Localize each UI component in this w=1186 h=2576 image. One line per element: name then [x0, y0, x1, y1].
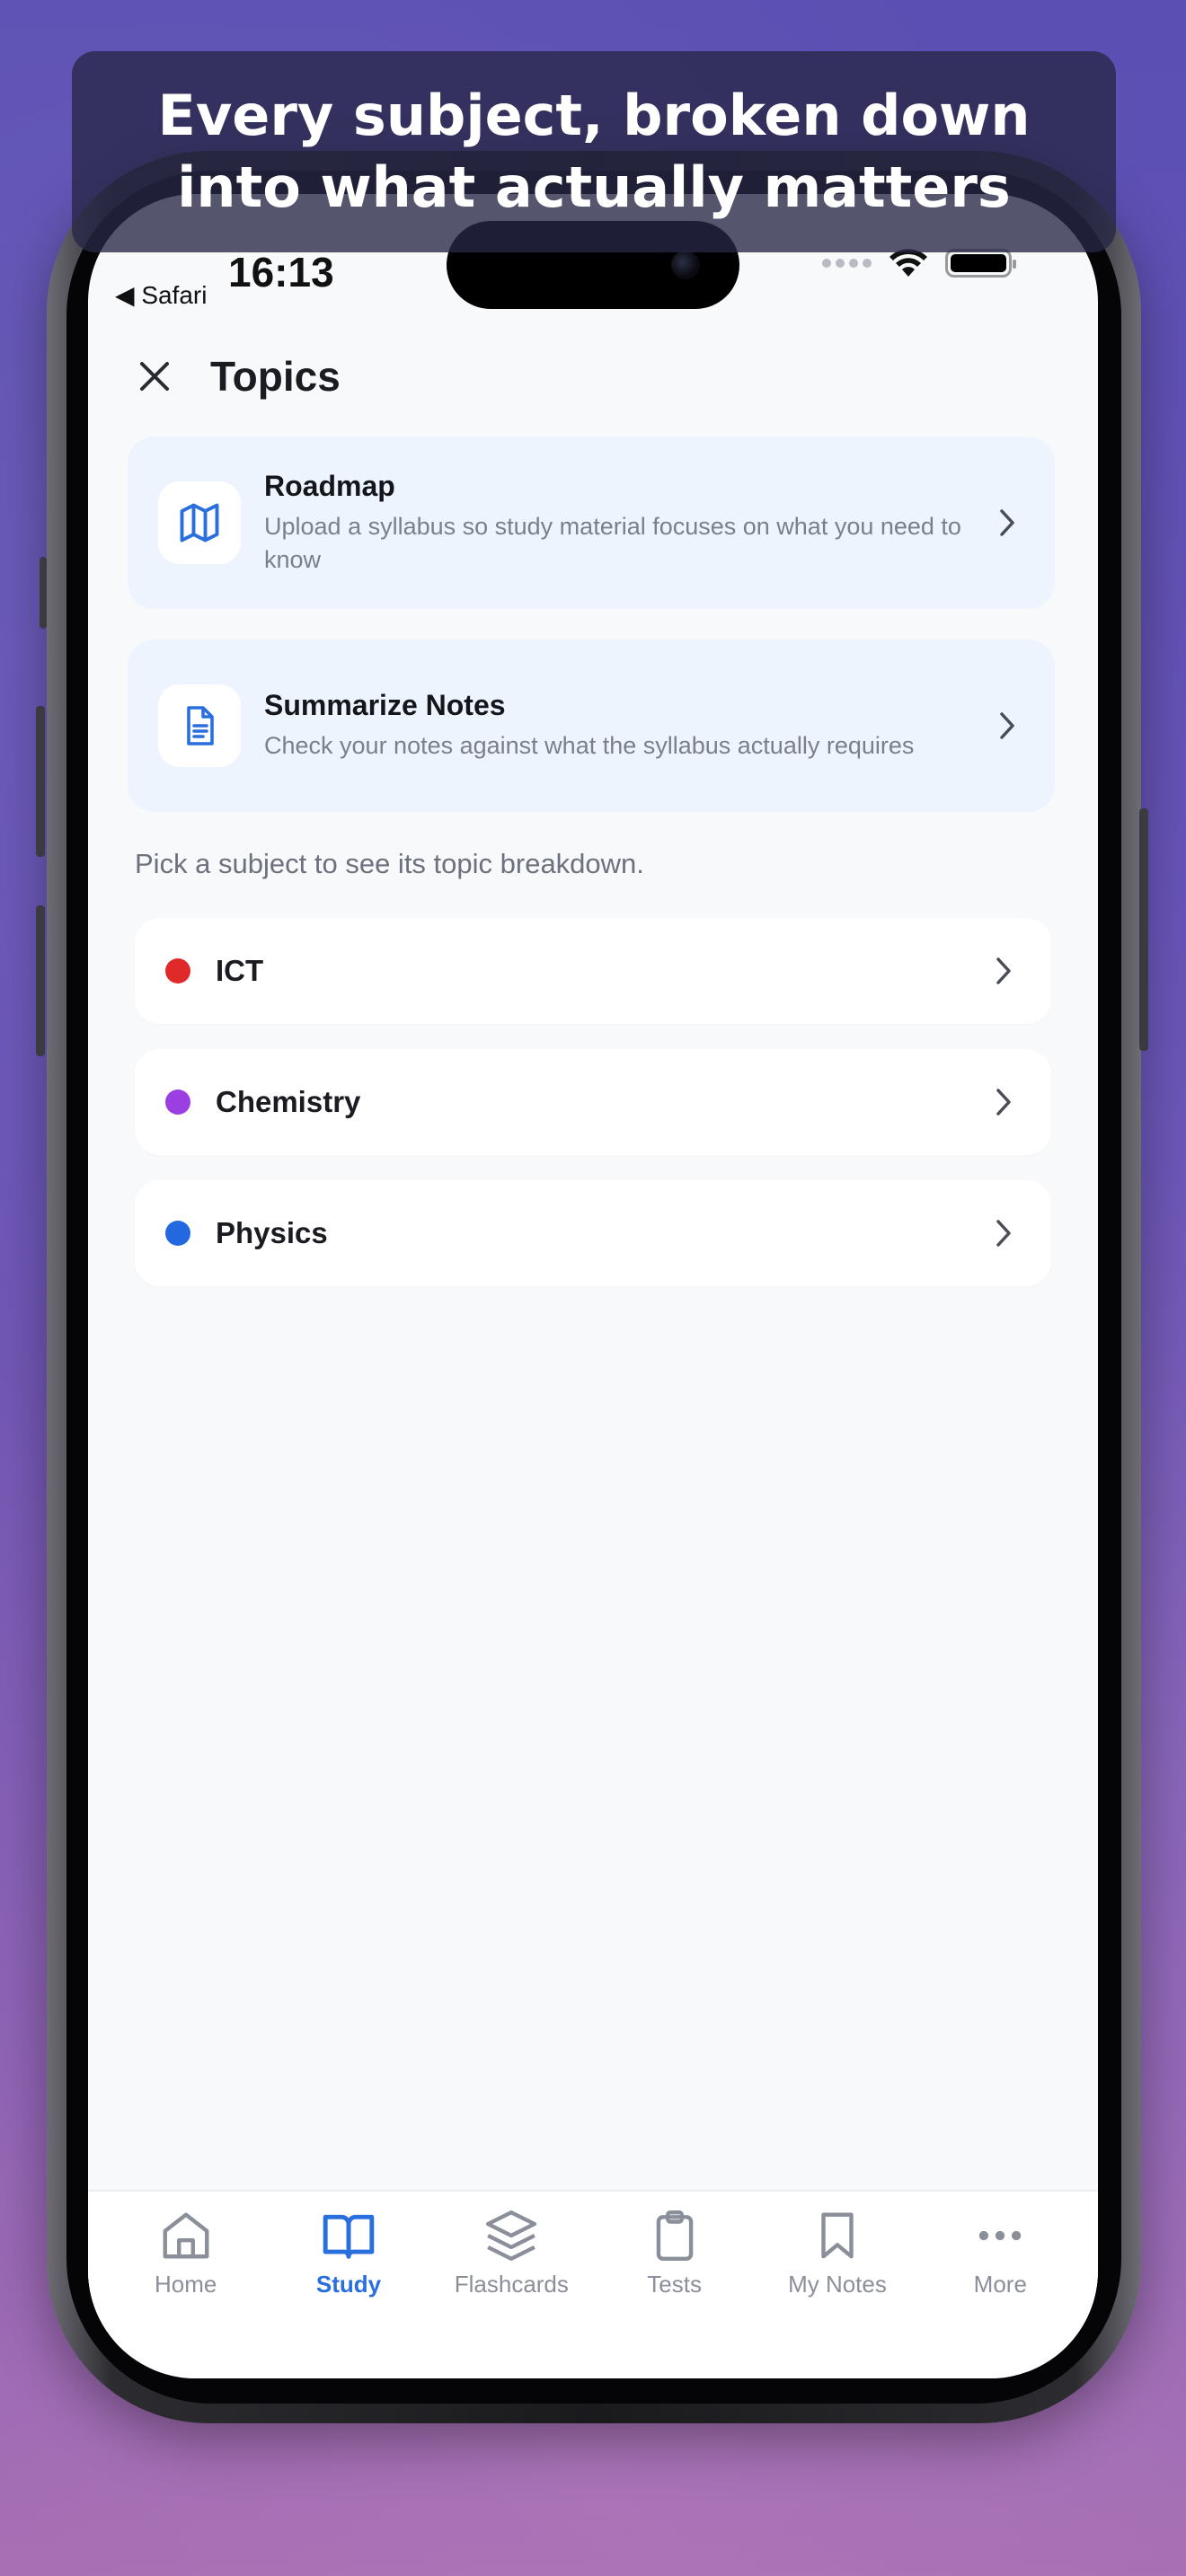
- volume-down-button: [36, 905, 45, 1056]
- subject-item-physics[interactable]: Physics: [135, 1180, 1051, 1286]
- tab-more[interactable]: More: [919, 2192, 1082, 2378]
- close-icon: [140, 362, 169, 391]
- subject-color-dot: [165, 958, 190, 984]
- roadmap-icon-box: [158, 481, 241, 564]
- roadmap-title: Roadmap: [264, 469, 395, 502]
- subject-color-dot: [165, 1221, 190, 1246]
- chevron-right-icon: [1000, 712, 1014, 739]
- cellular-signal-icon: [822, 259, 872, 268]
- status-icons: [822, 248, 1016, 278]
- home-icon: [163, 2212, 209, 2259]
- subject-item-ict[interactable]: ICT: [135, 918, 1051, 1024]
- bookmark-icon: [821, 2212, 854, 2259]
- tab-study[interactable]: Study: [267, 2192, 429, 2378]
- page-title: Topics: [210, 353, 341, 400]
- back-to-safari-link[interactable]: ◀ Safari: [115, 280, 207, 310]
- camera-icon: [671, 251, 700, 279]
- subject-color-dot: [165, 1090, 190, 1115]
- status-time: 16:13: [228, 249, 334, 296]
- roadmap-description: Upload a syllabus so study material focu…: [264, 512, 961, 573]
- subject-item-chemistry[interactable]: Chemistry: [135, 1049, 1051, 1155]
- summarize-notes-title: Summarize Notes: [264, 689, 506, 721]
- close-button[interactable]: [135, 357, 174, 396]
- tab-flashcards[interactable]: Flashcards: [430, 2192, 593, 2378]
- battery-icon: [945, 249, 1016, 278]
- bottom-tab-bar: Home Study Flashcards Tests My Notes Mor…: [88, 2190, 1098, 2378]
- roadmap-card[interactable]: Roadmap Upload a syllabus so study mater…: [128, 437, 1055, 609]
- subject-name: Physics: [216, 1216, 328, 1249]
- chevron-right-icon: [996, 957, 1011, 984]
- chevron-right-icon: [996, 1089, 1011, 1116]
- tab-label: Study: [315, 2271, 382, 2298]
- chevron-right-icon: [996, 1220, 1011, 1247]
- volume-up-button: [36, 706, 45, 857]
- layers-icon: [486, 2210, 537, 2262]
- tab-home[interactable]: Home: [104, 2192, 267, 2378]
- map-icon: [180, 503, 219, 543]
- chevron-right-icon: [1000, 509, 1014, 536]
- page-header: Topics: [135, 352, 341, 401]
- tab-tests[interactable]: Tests: [593, 2192, 756, 2378]
- summarize-notes-card[interactable]: Summarize Notes Check your notes against…: [128, 640, 1055, 812]
- tab-label: Flashcards: [454, 2271, 569, 2298]
- subject-name: Chemistry: [216, 1085, 361, 1118]
- tab-label: My Notes: [788, 2271, 887, 2298]
- tab-my-notes[interactable]: My Notes: [756, 2192, 918, 2378]
- summarize-notes-description: Check your notes against what the syllab…: [264, 732, 915, 759]
- subject-name: ICT: [216, 954, 264, 987]
- power-button: [1139, 808, 1148, 1051]
- more-icon: [979, 2230, 1022, 2241]
- document-icon: [187, 706, 214, 745]
- clipboard-icon: [656, 2210, 693, 2262]
- headline-banner: Every subject, broken down into what act…: [72, 51, 1116, 252]
- wifi-icon: [890, 249, 927, 277]
- book-icon: [323, 2214, 375, 2259]
- headline-text: Every subject, broken down into what act…: [157, 83, 1031, 220]
- subject-hint-text: Pick a subject to see its topic breakdow…: [135, 848, 644, 879]
- tab-label: Home: [154, 2271, 217, 2298]
- tab-label: More: [973, 2271, 1027, 2298]
- app-screen: 16:13 ◀ Safari Topics Roadmap Upload a s…: [88, 194, 1098, 2378]
- summarize-icon-box: [158, 684, 241, 767]
- tab-label: Tests: [647, 2271, 702, 2298]
- action-button: [40, 557, 47, 629]
